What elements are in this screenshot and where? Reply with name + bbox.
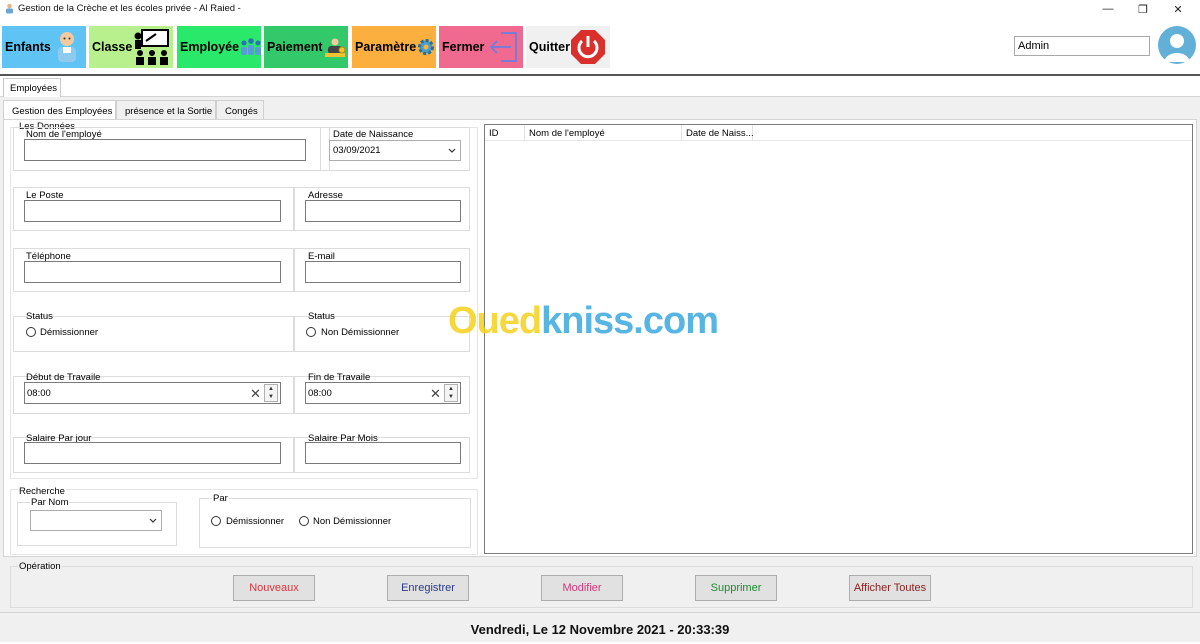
gear-icon xyxy=(418,39,435,55)
ouedkniss-watermark: Ouedkniss.com xyxy=(448,300,719,343)
afficher-toutes-button[interactable]: Afficher Toutes xyxy=(849,575,931,601)
tab-presence-sortie[interactable]: présence et la Sortie xyxy=(116,100,216,120)
money-icon xyxy=(324,38,346,57)
status-demissionner-radio[interactable] xyxy=(26,327,36,337)
baby-icon xyxy=(58,32,76,62)
watermark-part-1: Oued xyxy=(448,300,542,342)
nom-input[interactable] xyxy=(24,139,306,161)
menu-fermer-label: Fermer xyxy=(442,40,485,54)
tab-employees[interactable]: Employées xyxy=(3,78,61,97)
poste-input[interactable] xyxy=(24,200,281,222)
menu-parametre-label: Paramètre xyxy=(355,40,417,54)
minimize-button[interactable]: — xyxy=(1088,0,1128,18)
menu-parametre-button[interactable]: Paramètre xyxy=(352,26,436,68)
debut-spin-buttons[interactable]: ▲ ▼ xyxy=(264,384,278,402)
fin-spin-buttons[interactable]: ▲ ▼ xyxy=(444,384,458,402)
date-naissance-picker[interactable]: 03/09/2021 xyxy=(329,140,461,161)
telephone-input[interactable] xyxy=(24,261,281,283)
menu-enfants-label: Enfants xyxy=(5,40,51,54)
classroom-icon xyxy=(134,29,170,65)
nouveaux-button[interactable]: Nouveaux xyxy=(233,575,315,601)
column-header-date[interactable]: Date de Naiss... xyxy=(682,125,754,141)
watermark-part-2: kniss xyxy=(541,300,634,342)
modifier-button[interactable]: Modifier xyxy=(541,575,623,601)
menu-employee-button[interactable]: Employée xyxy=(177,26,262,68)
menu-employee-label: Employée xyxy=(180,40,240,54)
clear-icon[interactable]: ✕ xyxy=(250,386,261,402)
salaire-jour-input[interactable] xyxy=(24,442,281,464)
menu-quitter-button[interactable]: Quitter xyxy=(526,26,610,68)
menu-fermer-button[interactable]: Fermer xyxy=(439,26,523,68)
tab-conges[interactable]: Congés xyxy=(216,100,264,120)
salaire-mois-input[interactable] xyxy=(305,442,461,464)
menu-classe-label: Classe xyxy=(92,40,133,54)
clear-icon[interactable]: ✕ xyxy=(430,386,441,402)
email-input[interactable] xyxy=(305,261,461,283)
restore-button[interactable]: ❐ xyxy=(1123,0,1163,18)
menu-separator xyxy=(0,74,1200,76)
enregistrer-button[interactable]: Enregistrer xyxy=(387,575,469,601)
menu-quitter-label: Quitter xyxy=(529,40,570,54)
date-label: Date de Naissance xyxy=(333,129,414,140)
user-name-field[interactable]: Admin xyxy=(1014,36,1150,56)
par-nom-label: Par Nom xyxy=(30,497,70,508)
exit-arrow-icon xyxy=(489,32,517,62)
column-header-id[interactable]: ID xyxy=(485,125,525,141)
chevron-down-icon xyxy=(448,148,456,153)
menu-enfants-button[interactable]: Enfants xyxy=(2,26,86,68)
fin-value: 08:00 xyxy=(308,388,332,399)
data-groupbox xyxy=(10,127,478,479)
status-demissionner-label: Démissionner xyxy=(40,327,99,338)
watermark-part-3: .com xyxy=(633,300,719,342)
chevron-down-icon xyxy=(149,518,157,523)
search-group-title: Recherche xyxy=(18,486,66,497)
supprimer-button[interactable]: Supprimer xyxy=(695,575,777,601)
search-demissionner-radio[interactable] xyxy=(211,516,221,526)
window-title: Gestion de la Crèche et les écoles privé… xyxy=(18,3,241,14)
power-icon xyxy=(571,30,605,64)
status-non-demissionner-radio[interactable] xyxy=(306,327,316,337)
debut-value: 08:00 xyxy=(27,388,51,399)
status-label-1: Status xyxy=(26,311,53,322)
team-icon xyxy=(241,38,262,55)
adresse-input[interactable] xyxy=(305,200,461,222)
operation-title: Opération xyxy=(18,561,62,572)
status-label-2: Status xyxy=(308,311,335,322)
close-button[interactable]: ✕ xyxy=(1158,0,1198,18)
status-non-demissionner-label: Non Démissionner xyxy=(321,327,400,338)
par-nom-select[interactable] xyxy=(30,510,162,531)
search-non-demissionner-radio[interactable] xyxy=(299,516,309,526)
menu-classe-button[interactable]: Classe xyxy=(89,26,173,68)
date-value: 03/09/2021 xyxy=(333,145,381,156)
menu-paiement-label: Paiement xyxy=(267,40,323,54)
search-non-demissionner-label: Non Démissionner xyxy=(313,516,392,527)
par-label: Par xyxy=(212,493,229,504)
search-demissionner-label: Démissionner xyxy=(226,516,285,527)
status-datetime: Vendredi, Le 12 Novembre 2021 - 20:33:39 xyxy=(470,622,730,637)
header-divider xyxy=(485,140,1192,141)
menu-paiement-button[interactable]: Paiement xyxy=(264,26,348,68)
app-icon xyxy=(4,3,15,14)
fin-time-picker[interactable]: 08:00 ✕ ▲ ▼ xyxy=(305,382,461,404)
column-header-nom[interactable]: Nom de l'employé xyxy=(525,125,682,141)
user-avatar-icon[interactable] xyxy=(1158,26,1196,64)
tab-gestion-employees[interactable]: Gestion des Employées xyxy=(3,100,116,121)
debut-time-picker[interactable]: 08:00 ✕ ▲ ▼ xyxy=(24,382,281,404)
